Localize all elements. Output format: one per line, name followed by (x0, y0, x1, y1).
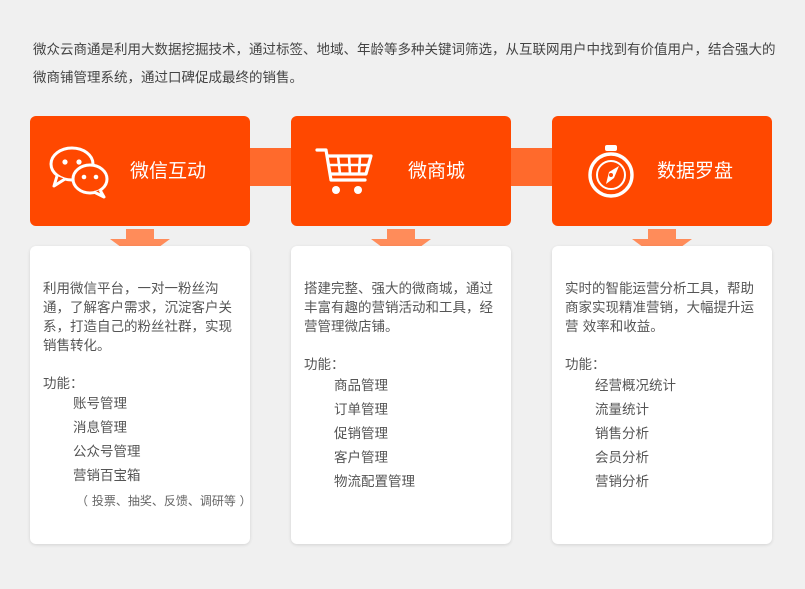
card-title: 微信互动 (130, 160, 207, 182)
list-item: 会员分析 (595, 450, 649, 466)
wechat-chat-bubbles-icon (49, 146, 109, 199)
card-title: 数据罗盘 (657, 160, 734, 182)
feature-note: （ 投票、抽奖、反馈、调研等 ） (76, 494, 252, 508)
card-body-wechat: 利用微信平台，一对一粉丝沟通，了解客户需求，沉淀客户关系，打造自己的粉丝社群，实… (30, 246, 252, 544)
feature-list: 经营概况统计 流量统计 销售分析 会员分析 营销分析 (595, 374, 676, 494)
list-item: 营销百宝箱 (73, 468, 141, 484)
list-item: 经营概况统计 (595, 378, 676, 394)
compass-icon (588, 145, 634, 198)
connector-1 (248, 148, 296, 186)
function-label: 功能： (43, 376, 84, 392)
list-item: 消息管理 (73, 420, 127, 436)
card-header-data-compass[interactable]: 数据罗盘 (552, 116, 772, 226)
card-header-wechat[interactable]: 微信互动 (30, 116, 250, 226)
list-item: 账号管理 (73, 396, 127, 412)
feature-list: 账号管理 消息管理 公众号管理 营销百宝箱 (73, 392, 141, 488)
card-body-mall: 搭建完整、强大的微商城，通过丰富有趣的营销活动和工具，经营管理微店铺。 功能： … (291, 246, 511, 544)
list-item: 销售分析 (595, 426, 649, 442)
list-item: 促销管理 (334, 426, 388, 442)
card-description: 搭建完整、强大的微商城，通过丰富有趣的营销活动和工具，经营管理微店铺。 (304, 281, 493, 335)
card-header-mall[interactable]: 微商城 (291, 116, 511, 226)
function-label: 功能： (304, 357, 345, 373)
shopping-cart-icon (315, 148, 373, 194)
list-item: 订单管理 (334, 402, 388, 418)
connector-2 (509, 148, 557, 186)
card-body-data-compass: 实时的智能运营分析工具，帮助商家实现精准营销，大幅提升运营 效率和收益。 功能：… (552, 246, 772, 544)
list-item: 客户管理 (334, 450, 388, 466)
feature-list: 商品管理 订单管理 促销管理 客户管理 物流配置管理 (334, 374, 415, 494)
card-description: 利用微信平台，一对一粉丝沟通，了解客户需求，沉淀客户关系，打造自己的粉丝社群，实… (43, 281, 232, 354)
list-item: 营销分析 (595, 474, 649, 490)
list-item: 流量统计 (595, 402, 649, 418)
card-description: 实时的智能运营分析工具，帮助商家实现精准营销，大幅提升运营 效率和收益。 (565, 281, 754, 335)
card-title: 微商城 (408, 160, 466, 182)
intro-paragraph: 微众云商通是利用大数据挖掘技术，通过标签、地域、年龄等多种关键词筛选，从互联网用… (33, 42, 776, 86)
list-item: 商品管理 (334, 378, 388, 394)
function-label: 功能： (565, 357, 606, 373)
list-item: 物流配置管理 (334, 474, 415, 490)
list-item: 公众号管理 (73, 444, 141, 460)
